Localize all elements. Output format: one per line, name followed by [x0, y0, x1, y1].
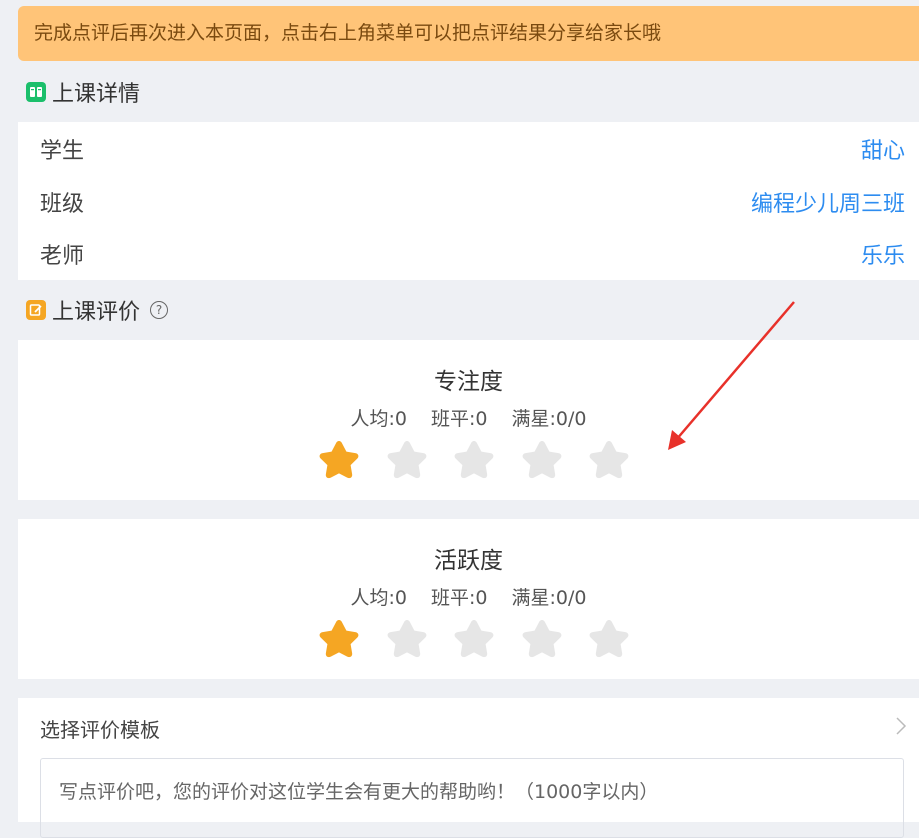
- class-value[interactable]: 编程少儿周三班: [751, 186, 905, 218]
- evaluation-title: 上课评价: [52, 300, 141, 325]
- class-detail-icon: [26, 82, 46, 102]
- full-star-stat: 满星:0/0: [511, 587, 587, 609]
- star-filled-icon[interactable]: [318, 438, 360, 480]
- class-row: 班级 编程少儿周三班: [40, 177, 905, 227]
- star-rating: [318, 617, 656, 659]
- avg-stat: 人均:0: [350, 408, 408, 430]
- star-rating: [318, 438, 656, 480]
- student-row: 学生 甜心: [40, 124, 905, 174]
- student-label: 学生: [40, 139, 85, 164]
- teacher-label: 老师: [40, 244, 85, 269]
- star-filled-icon[interactable]: [318, 617, 360, 659]
- evaluation-icon: [26, 300, 46, 320]
- star-empty-icon[interactable]: [588, 438, 630, 480]
- class-detail-header: 上课详情: [26, 77, 140, 107]
- student-value[interactable]: 甜心: [861, 133, 905, 165]
- chevron-right-icon[interactable]: [895, 716, 907, 736]
- class-detail-card: 学生 甜心 班级 编程少儿周三班 老师 乐乐: [18, 122, 919, 280]
- avg-stat: 人均:0: [350, 587, 408, 609]
- star-empty-icon[interactable]: [521, 617, 563, 659]
- full-star-stat: 满星:0/0: [511, 408, 587, 430]
- star-empty-icon[interactable]: [588, 617, 630, 659]
- star-empty-icon[interactable]: [386, 438, 428, 480]
- evaluation-card-activity: 活跃度 人均:0 班平:0 满星:0/0: [18, 519, 919, 679]
- class-label: 班级: [40, 192, 85, 217]
- teacher-row: 老师 乐乐: [40, 229, 905, 279]
- share-tip-banner: 完成点评后再次进入本页面，点击右上角菜单可以把点评结果分享给家长哦: [18, 6, 919, 61]
- help-icon[interactable]: ?: [150, 301, 169, 319]
- teacher-value[interactable]: 乐乐: [861, 238, 905, 270]
- evaluation-stats: 人均:0 班平:0 满星:0/0: [18, 404, 919, 431]
- star-empty-icon[interactable]: [521, 438, 563, 480]
- evaluation-card-focus: 专注度 人均:0 班平:0 满星:0/0: [18, 340, 919, 500]
- class-avg-stat: 班平:0: [431, 408, 488, 430]
- evaluation-header: 上课评价 ?: [26, 295, 169, 325]
- star-empty-icon[interactable]: [453, 438, 495, 480]
- star-empty-icon[interactable]: [453, 617, 495, 659]
- class-avg-stat: 班平:0: [431, 587, 488, 609]
- evaluation-item-title: 专注度: [434, 369, 503, 395]
- evaluation-stats: 人均:0 班平:0 满星:0/0: [18, 583, 919, 610]
- star-empty-icon[interactable]: [386, 617, 428, 659]
- class-detail-title: 上课详情: [52, 82, 141, 107]
- template-card: 选择评价模板 写点评价吧，您的评价对这位学生会有更大的帮助哟！（1000字以内）: [18, 698, 919, 838]
- evaluation-item-title: 活跃度: [434, 548, 503, 574]
- select-template-label[interactable]: 选择评价模板: [40, 714, 160, 743]
- comment-textarea[interactable]: 写点评价吧，您的评价对这位学生会有更大的帮助哟！（1000字以内）: [40, 758, 904, 838]
